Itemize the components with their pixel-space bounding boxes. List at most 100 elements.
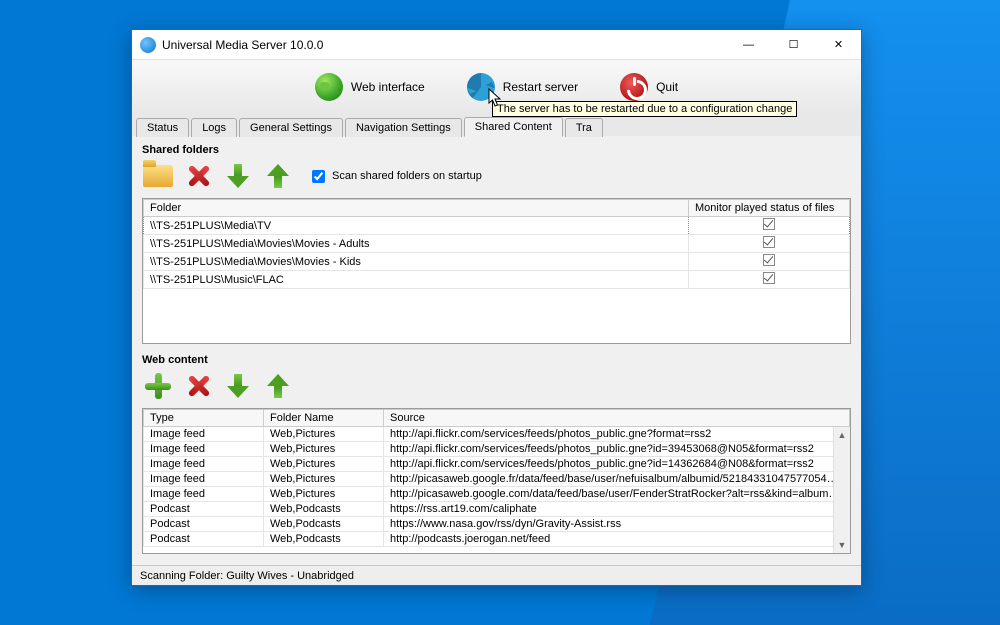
table-row[interactable]: Image feedWeb,Pictureshttp://picasaweb.g… (144, 487, 850, 502)
cell-type[interactable]: Podcast (144, 532, 264, 547)
cell-source[interactable]: http://picasaweb.google.fr/data/feed/bas… (384, 472, 850, 487)
add-folder-button[interactable] (142, 160, 174, 192)
folder-path[interactable]: \\TS-251PLUS\Media\Movies\Movies - Kids (144, 253, 689, 271)
tab-transcoding[interactable]: Tra (565, 118, 603, 137)
remove-web-button[interactable] (182, 370, 214, 402)
arrow-up-icon (265, 372, 291, 400)
cell-type[interactable]: Podcast (144, 502, 264, 517)
window-title: Universal Media Server 10.0.0 (162, 38, 726, 52)
table-row[interactable]: Image feedWeb,Pictureshttp://picasaweb.g… (144, 472, 850, 487)
app-icon (140, 37, 156, 53)
table-row[interactable]: Image feedWeb,Pictureshttp://api.flickr.… (144, 457, 850, 472)
web-move-up-button[interactable] (262, 370, 294, 402)
cell-type[interactable]: Image feed (144, 457, 264, 472)
shared-folders-label: Shared folders (142, 144, 851, 156)
monitor-checkbox[interactable] (689, 235, 850, 253)
add-web-button[interactable] (142, 370, 174, 402)
cell-folder[interactable]: Web,Pictures (264, 427, 384, 442)
cell-source[interactable]: https://rss.art19.com/caliphate (384, 502, 850, 517)
scroll-down-button[interactable]: ▼ (835, 537, 850, 553)
app-window: Universal Media Server 10.0.0 — ☐ ✕ Web … (131, 29, 862, 586)
move-up-button[interactable] (262, 160, 294, 192)
web-content-toolbar (142, 370, 851, 402)
cell-folder[interactable]: Web,Pictures (264, 457, 384, 472)
cell-source[interactable]: http://api.flickr.com/services/feeds/pho… (384, 427, 850, 442)
tab-navigation-settings[interactable]: Navigation Settings (345, 118, 462, 137)
cell-folder[interactable]: Web,Pictures (264, 442, 384, 457)
table-row[interactable]: \\TS-251PLUS\Media\Movies\Movies - Adult… (144, 235, 850, 253)
col-folder-name[interactable]: Folder Name (264, 410, 384, 427)
arrow-down-icon (225, 162, 251, 190)
statusbar: Scanning Folder: Guilty Wives - Unabridg… (132, 565, 861, 585)
table-row[interactable]: PodcastWeb,Podcastshttps://www.nasa.gov/… (144, 517, 850, 532)
web-interface-label: Web interface (351, 80, 425, 94)
table-row[interactable]: Image feedWeb,Pictureshttp://api.flickr.… (144, 442, 850, 457)
table-row[interactable]: \\TS-251PLUS\Media\Movies\Movies - Kids (144, 253, 850, 271)
cell-source[interactable]: http://podcasts.joerogan.net/feed (384, 532, 850, 547)
close-button[interactable]: ✕ (816, 30, 861, 60)
cell-folder[interactable]: Web,Pictures (264, 487, 384, 502)
web-interface-button[interactable]: Web interface (309, 69, 431, 105)
restart-label: Restart server (503, 80, 578, 94)
table-row[interactable]: \\TS-251PLUS\Media\TV (144, 217, 850, 235)
scan-on-startup-input[interactable] (312, 170, 325, 183)
scan-on-startup-checkbox[interactable]: Scan shared folders on startup (308, 167, 482, 186)
table-row[interactable]: \\TS-251PLUS\Music\FLAC (144, 271, 850, 289)
cell-type[interactable]: Image feed (144, 487, 264, 502)
folder-path[interactable]: \\TS-251PLUS\Music\FLAC (144, 271, 689, 289)
cell-folder[interactable]: Web,Podcasts (264, 517, 384, 532)
tab-general-settings[interactable]: General Settings (239, 118, 343, 137)
cell-source[interactable]: https://www.nasa.gov/rss/dyn/Gravity-Ass… (384, 517, 850, 532)
restart-server-button[interactable]: Restart server (461, 69, 584, 105)
col-folder[interactable]: Folder (144, 200, 689, 217)
shared-folders-toolbar: Scan shared folders on startup (142, 160, 851, 192)
tooltip: The server has to be restarted due to a … (492, 101, 797, 117)
cell-type[interactable]: Image feed (144, 427, 264, 442)
col-source[interactable]: Source (384, 410, 850, 427)
quit-button[interactable]: Quit (614, 69, 684, 105)
cell-type[interactable]: Image feed (144, 442, 264, 457)
tab-status[interactable]: Status (136, 118, 189, 137)
tab-shared-content[interactable]: Shared Content (464, 117, 563, 137)
table-row[interactable]: Image feedWeb,Pictureshttp://api.flickr.… (144, 427, 850, 442)
monitor-checkbox[interactable] (689, 253, 850, 271)
monitor-checkbox[interactable] (689, 217, 850, 235)
cell-folder[interactable]: Web,Podcasts (264, 502, 384, 517)
web-content-label: Web content (142, 354, 851, 366)
web-content-table[interactable]: Type Folder Name Source Image feedWeb,Pi… (142, 408, 851, 554)
cell-folder[interactable]: Web,Podcasts (264, 532, 384, 547)
move-down-button[interactable] (222, 160, 254, 192)
status-text: Scanning Folder: Guilty Wives - Unabridg… (140, 570, 354, 582)
minimize-button[interactable]: — (726, 30, 771, 60)
globe-icon (315, 73, 343, 101)
cell-type[interactable]: Image feed (144, 472, 264, 487)
cell-source[interactable]: http://picasaweb.google.com/data/feed/ba… (384, 487, 850, 502)
arrow-up-icon (265, 162, 291, 190)
x-icon (184, 162, 212, 190)
cell-folder[interactable]: Web,Pictures (264, 472, 384, 487)
col-monitor[interactable]: Monitor played status of files (689, 200, 850, 217)
folder-icon (143, 165, 173, 187)
remove-folder-button[interactable] (182, 160, 214, 192)
web-move-down-button[interactable] (222, 370, 254, 402)
titlebar[interactable]: Universal Media Server 10.0.0 — ☐ ✕ (132, 30, 861, 60)
monitor-checkbox[interactable] (689, 271, 850, 289)
scan-on-startup-label: Scan shared folders on startup (332, 170, 482, 182)
cell-source[interactable]: http://api.flickr.com/services/feeds/pho… (384, 442, 850, 457)
scroll-up-button[interactable]: ▲ (835, 427, 850, 443)
power-icon (620, 73, 648, 101)
col-type[interactable]: Type (144, 410, 264, 427)
maximize-button[interactable]: ☐ (771, 30, 816, 60)
table-row[interactable]: PodcastWeb,Podcastshttp://podcasts.joero… (144, 532, 850, 547)
tab-logs[interactable]: Logs (191, 118, 237, 137)
x-icon (184, 372, 212, 400)
quit-label: Quit (656, 80, 678, 94)
content-area: Shared folders Scan shared folders on st… (132, 136, 861, 565)
cell-type[interactable]: Podcast (144, 517, 264, 532)
folder-path[interactable]: \\TS-251PLUS\Media\Movies\Movies - Adult… (144, 235, 689, 253)
folder-path[interactable]: \\TS-251PLUS\Media\TV (144, 217, 689, 235)
table-row[interactable]: PodcastWeb,Podcastshttps://rss.art19.com… (144, 502, 850, 517)
shared-folders-table[interactable]: Folder Monitor played status of files \\… (142, 198, 851, 344)
scrollbar[interactable]: ▲ ▼ (833, 427, 850, 553)
cell-source[interactable]: http://api.flickr.com/services/feeds/pho… (384, 457, 850, 472)
